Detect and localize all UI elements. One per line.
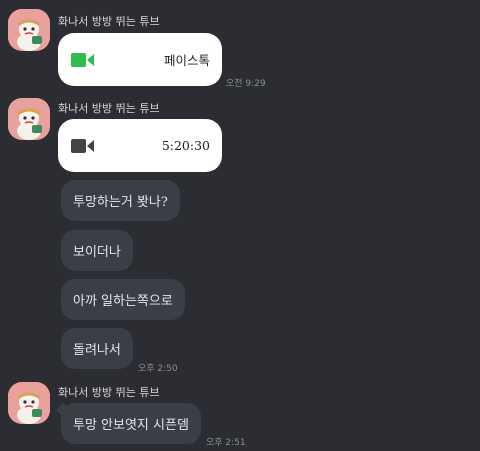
- sender-name: 화나서 방방 뛰는 튜브: [58, 102, 160, 115]
- message-text: 투망 안보엿지 시픈뎀: [73, 418, 189, 433]
- message-bubble[interactable]: 투망 안보엿지 시픈뎀: [61, 403, 201, 444]
- message-text: 돌려나서: [73, 343, 121, 358]
- message-time: 오전 9:29: [226, 79, 266, 89]
- video-call-card[interactable]: 5:20:30: [58, 119, 222, 172]
- tube-character-icon: [8, 382, 50, 424]
- message-text: 투망하는거 봣나?: [73, 195, 168, 210]
- message-bubble[interactable]: 돌려나서: [61, 328, 133, 369]
- call-label: 페이스톡: [163, 53, 210, 68]
- message-bubble[interactable]: 보이더나: [61, 230, 133, 271]
- video-call-icon: [71, 138, 94, 153]
- avatar[interactable]: [8, 382, 50, 424]
- message-time: 오후 2:50: [138, 364, 178, 374]
- facetalk-video-icon: [71, 52, 94, 67]
- avatar[interactable]: [8, 98, 50, 140]
- message-text: 아까 일하는쪽으로: [73, 294, 173, 309]
- sender-name: 화나서 방방 뛰는 튜브: [58, 15, 160, 28]
- message-text: 보이더나: [73, 245, 121, 260]
- avatar[interactable]: [8, 9, 50, 51]
- message-bubble[interactable]: 아까 일하는쪽으로: [61, 279, 185, 320]
- message-bubble[interactable]: 투망하는거 봣나?: [61, 180, 180, 221]
- call-duration: 5:20:30: [161, 138, 210, 153]
- tube-character-icon: [8, 9, 50, 51]
- message-time: 오후 2:51: [206, 438, 246, 448]
- sender-name: 화나서 방방 뛰는 튜브: [58, 386, 160, 399]
- facetalk-call-card[interactable]: 페이스톡: [58, 33, 222, 86]
- tube-character-icon: [8, 98, 50, 140]
